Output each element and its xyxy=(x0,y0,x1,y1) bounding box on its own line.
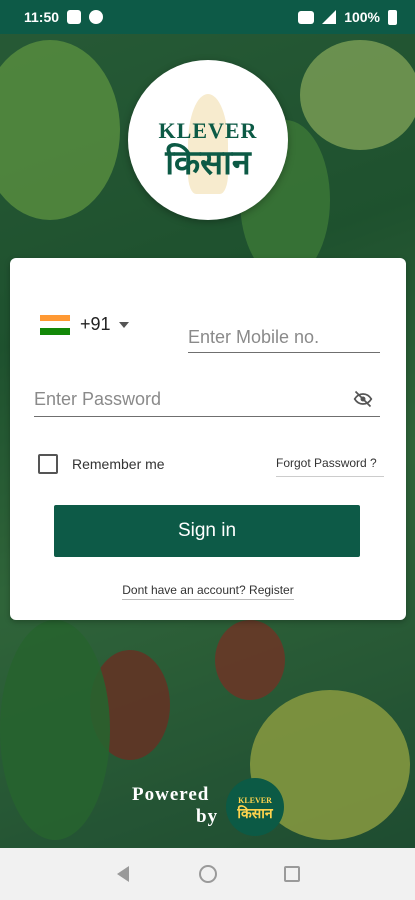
mobile-input[interactable]: Enter Mobile no. xyxy=(188,322,380,353)
dropdown-caret-icon xyxy=(118,321,129,328)
by-text: by xyxy=(196,806,219,827)
remember-me-label: Remember me xyxy=(72,456,165,472)
notification-icon xyxy=(89,10,104,24)
battery-percentage: 100% xyxy=(344,9,380,25)
sign-in-button[interactable]: Sign in xyxy=(54,505,360,557)
footer-logo: KLEVER किसान xyxy=(226,778,284,836)
eye-off-icon[interactable] xyxy=(352,389,374,409)
country-code: +91 xyxy=(80,314,111,334)
powered-by: Powered by xyxy=(132,784,218,828)
login-card: +91 Enter Mobile no. Enter Password Reme… xyxy=(10,258,406,620)
india-flag-icon xyxy=(40,314,70,335)
app-logo: KLEVER किसान xyxy=(128,60,288,220)
forgot-password-link[interactable]: Forgot Password ? xyxy=(276,456,384,477)
register-link[interactable]: Dont have an account? Register xyxy=(122,583,294,600)
register-row: Dont have an account? Register xyxy=(10,583,406,600)
login-screen: 11:50 100% KLEVER किसान +91 Enter Mobile… xyxy=(0,0,415,900)
battery-icon xyxy=(388,9,397,25)
powered-text: Powered xyxy=(132,784,210,805)
password-placeholder: Enter Password xyxy=(34,389,162,409)
nav-recent-icon[interactable] xyxy=(284,866,300,882)
status-bar: 11:50 100% xyxy=(0,0,415,34)
nav-home-icon[interactable] xyxy=(199,865,217,883)
status-time: 11:50 xyxy=(24,9,60,25)
photo-icon xyxy=(67,10,82,24)
country-code-selector[interactable]: +91 xyxy=(40,314,129,335)
remember-me[interactable]: Remember me xyxy=(38,454,165,474)
navigation-bar xyxy=(0,848,415,900)
signal-icon xyxy=(322,10,337,24)
password-input[interactable]: Enter Password xyxy=(34,382,380,417)
logo-text-hindi: किसान xyxy=(165,143,251,183)
nav-back-icon[interactable] xyxy=(117,866,129,882)
checkbox-icon[interactable] xyxy=(38,454,58,474)
volte-icon xyxy=(298,10,315,24)
footer-logo-hindi: किसान xyxy=(237,806,273,822)
